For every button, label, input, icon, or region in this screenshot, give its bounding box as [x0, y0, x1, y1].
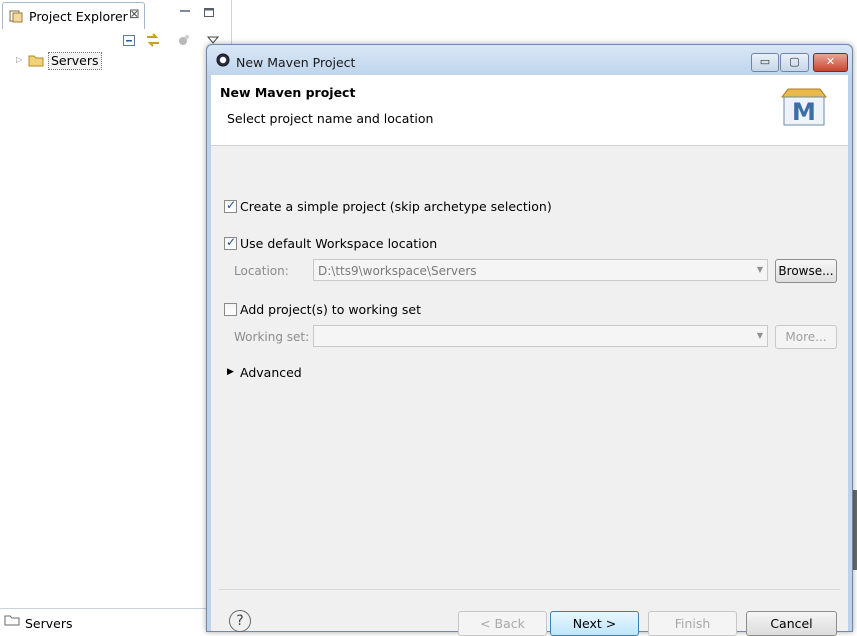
- servers-view-tab[interactable]: Servers: [0, 608, 206, 631]
- maximize-view-icon[interactable]: [204, 8, 214, 17]
- finish-button[interactable]: Finish: [648, 611, 737, 636]
- maximize-icon: ▢: [789, 55, 800, 68]
- close-icon[interactable]: ⊠: [129, 7, 140, 22]
- expand-arrow-icon: ▶: [227, 367, 234, 377]
- tree-item-label: Servers: [48, 52, 102, 70]
- next-button[interactable]: Next >: [550, 611, 639, 636]
- eclipse-icon: [216, 53, 230, 67]
- dialog-client-area: New Maven project Select project name an…: [211, 75, 848, 636]
- folder-icon: [4, 615, 20, 626]
- location-combo[interactable]: D:\tts9\workspace\Servers ▼: [313, 259, 768, 281]
- servers-view-label: Servers: [25, 616, 73, 631]
- back-button[interactable]: < Back: [458, 611, 547, 636]
- maven-logo-letter: M: [792, 98, 816, 126]
- folder-icon: [28, 55, 44, 67]
- new-maven-project-dialog: New Maven Project ▭ ▢ ✕ New Maven projec…: [206, 44, 853, 636]
- checkmark-icon: ✓: [226, 235, 237, 249]
- expand-icon[interactable]: ▷: [16, 55, 22, 64]
- close-button[interactable]: ✕: [813, 53, 848, 72]
- collapse-all-icon[interactable]: [121, 32, 137, 48]
- divider: [219, 589, 840, 590]
- default-location-label: Use default Workspace location: [240, 236, 438, 251]
- wizard-banner: New Maven project Select project name an…: [211, 75, 848, 146]
- working-set-label: Working set:: [234, 330, 310, 344]
- wizard-subtitle: Select project name and location: [227, 111, 434, 126]
- minimize-icon: ▭: [759, 55, 771, 68]
- focus-icon[interactable]: [176, 32, 192, 48]
- background-window-edge: [853, 490, 857, 570]
- working-set-check-label: Add project(s) to working set: [240, 302, 421, 317]
- more-button[interactable]: More...: [775, 325, 837, 349]
- wizard-title: New Maven project: [220, 85, 356, 100]
- minimize-button[interactable]: ▭: [751, 53, 779, 72]
- browse-button[interactable]: Browse...: [775, 259, 837, 283]
- simple-project-checkbox[interactable]: ✓: [224, 198, 237, 213]
- minimize-view-icon[interactable]: [180, 7, 190, 16]
- chevron-down-icon: ▼: [756, 331, 763, 340]
- link-with-editor-icon[interactable]: [145, 32, 161, 48]
- project-explorer-icon: [9, 10, 23, 23]
- project-explorer-tab[interactable]: Project Explorer ⊠: [2, 2, 145, 29]
- dialog-title: New Maven Project: [236, 55, 356, 70]
- checkmark-icon: ✓: [226, 198, 237, 212]
- help-icon[interactable]: ?: [229, 610, 251, 632]
- location-label: Location:: [234, 264, 289, 278]
- project-explorer-tab-label: Project Explorer: [29, 9, 128, 24]
- cancel-button[interactable]: Cancel: [746, 611, 837, 636]
- advanced-label: Advanced: [240, 365, 302, 380]
- working-set-combo[interactable]: ▼: [313, 325, 768, 347]
- maven-logo-icon: M: [781, 88, 827, 126]
- default-location-checkbox[interactable]: ✓: [224, 235, 237, 250]
- dialog-titlebar[interactable]: New Maven Project ▭ ▢ ✕: [207, 45, 852, 75]
- location-value: D:\tts9\workspace\Servers: [318, 264, 477, 278]
- simple-project-label: Create a simple project (skip archetype …: [240, 199, 552, 214]
- working-set-checkbox[interactable]: [224, 303, 237, 316]
- chevron-down-icon: ▼: [756, 265, 763, 274]
- explorer-toolbar: [0, 28, 231, 54]
- project-explorer-view: Project Explorer ⊠ ▷ Servers Servers: [0, 0, 232, 631]
- close-icon: ✕: [825, 55, 836, 68]
- maximize-button[interactable]: ▢: [780, 53, 809, 72]
